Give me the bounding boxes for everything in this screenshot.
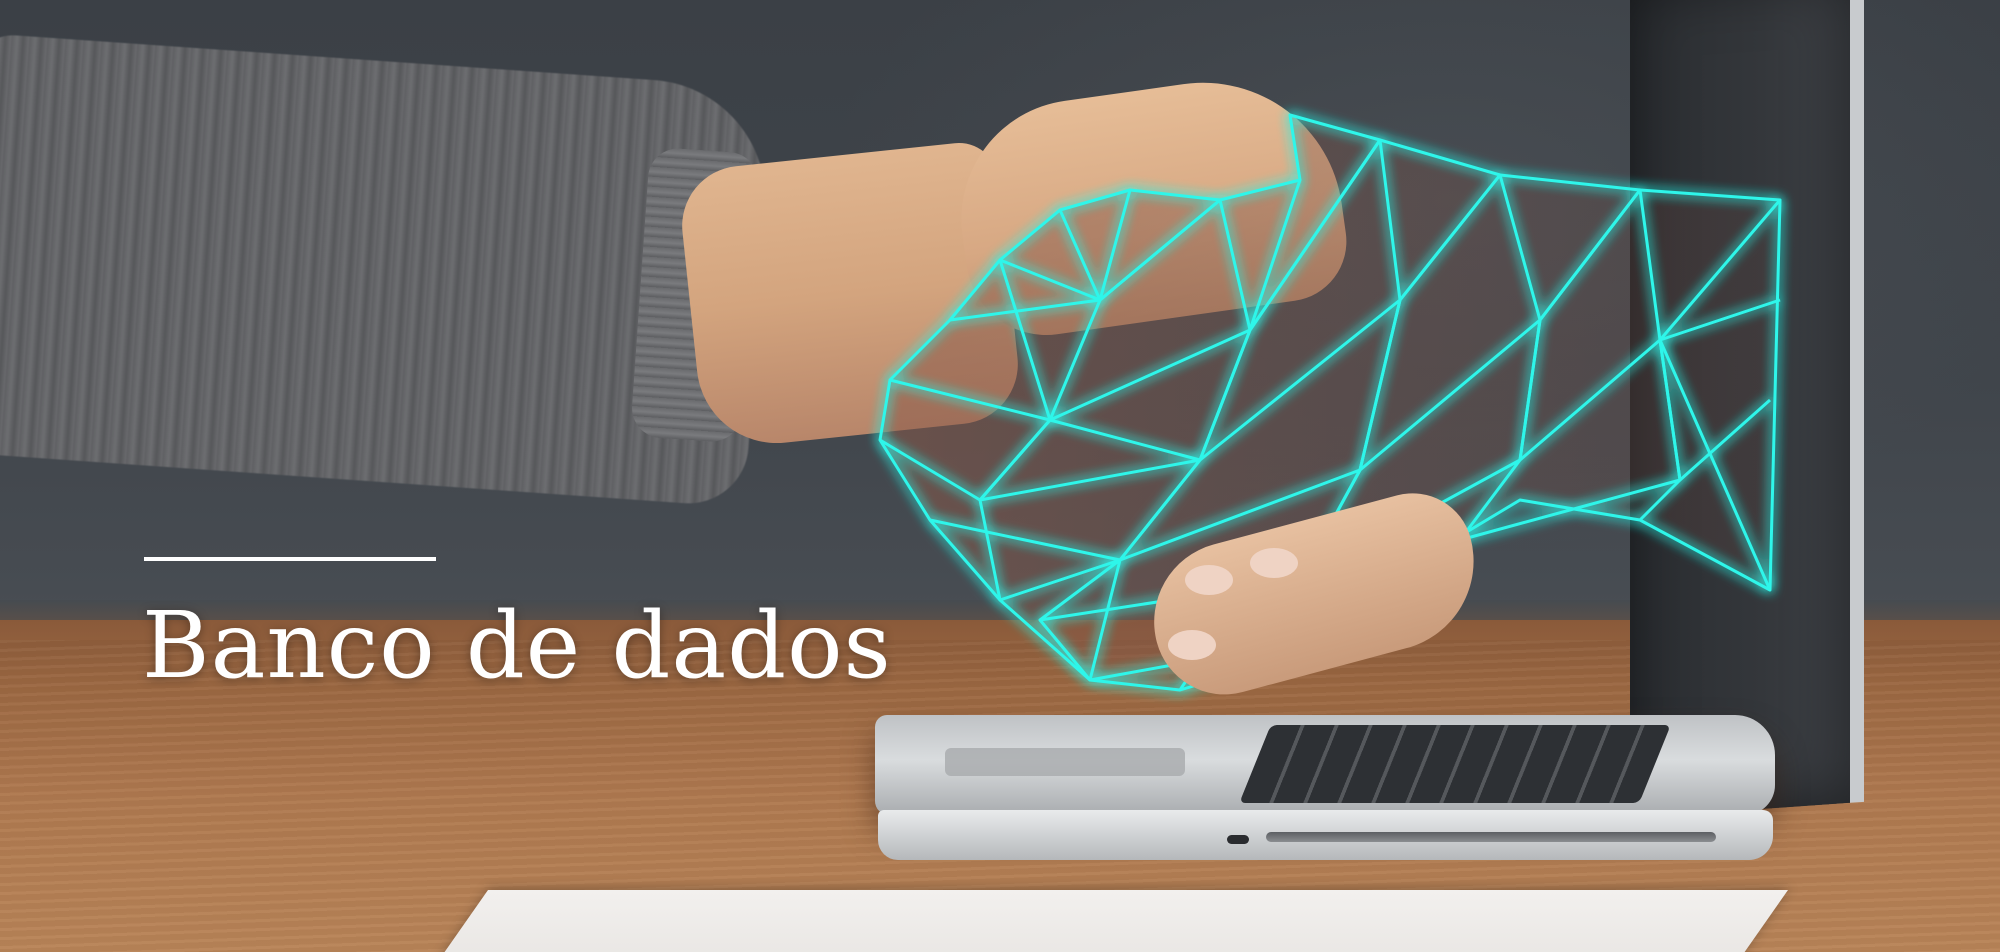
digital-wireframe-hand <box>878 113 1782 692</box>
fingernail <box>1185 565 1233 595</box>
hero-banner: Banco de dados <box>0 0 2000 952</box>
banner-title: Banco de dados <box>142 592 892 699</box>
fingernail <box>1250 548 1298 578</box>
title-divider-line <box>144 557 436 561</box>
fingernail <box>1168 630 1216 660</box>
